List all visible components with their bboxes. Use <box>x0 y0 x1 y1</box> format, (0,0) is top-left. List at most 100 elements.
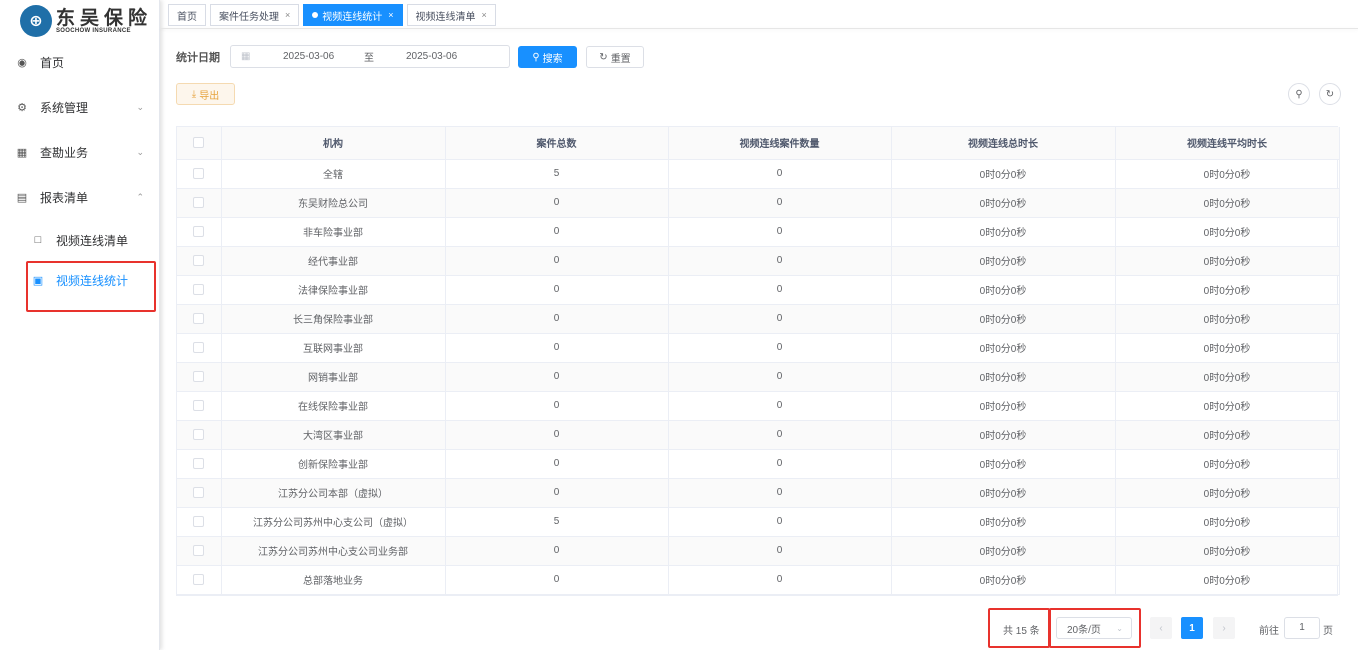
table-row[interactable]: 全辖 5 0 0时0分0秒 0时0分0秒 <box>177 159 1340 189</box>
column-header[interactable]: 机构 <box>221 127 446 160</box>
table-cell: 0时0分0秒 <box>891 304 1116 334</box>
page-number-button[interactable]: 1 <box>1181 617 1203 639</box>
row-select-cell[interactable] <box>177 449 222 479</box>
table-cell: 5 <box>445 159 669 189</box>
table-row[interactable]: 法律保险事业部 0 0 0时0分0秒 0时0分0秒 <box>177 275 1340 305</box>
row-select-cell[interactable] <box>177 565 222 595</box>
chart-icon: □ <box>34 234 42 246</box>
checkbox[interactable] <box>193 225 205 237</box>
table-cell: 网销事业部 <box>221 362 446 392</box>
sidebar-item-home[interactable]: ◉ 首页 <box>0 46 160 78</box>
table-row[interactable]: 经代事业部 0 0 0时0分0秒 0时0分0秒 <box>177 246 1340 276</box>
row-select-cell[interactable] <box>177 333 222 363</box>
table-cell: 0时0分0秒 <box>1115 565 1340 595</box>
table-row[interactable]: 在线保险事业部 0 0 0时0分0秒 0时0分0秒 <box>177 391 1340 421</box>
checkbox[interactable] <box>193 312 205 324</box>
checkbox[interactable] <box>193 196 205 208</box>
row-select-cell[interactable] <box>177 304 222 334</box>
close-icon[interactable]: × <box>388 10 393 20</box>
sidebar-item-system[interactable]: ⚙ 系统管理 ⌄ <box>0 91 160 123</box>
table-cell: 创新保险事业部 <box>221 449 446 479</box>
row-select-cell[interactable] <box>177 362 222 392</box>
close-icon[interactable]: × <box>482 10 487 20</box>
checkbox[interactable] <box>193 515 205 527</box>
chevron-left-icon: ‹ <box>1159 622 1163 634</box>
table-row[interactable]: 东吴财险总公司 0 0 0时0分0秒 0时0分0秒 <box>177 188 1340 218</box>
row-select-cell[interactable] <box>177 217 222 247</box>
row-select-cell[interactable] <box>177 420 222 450</box>
table-cell: 江苏分公司苏州中心支公司（虚拟） <box>221 507 446 537</box>
table-cell: 0时0分0秒 <box>1115 304 1340 334</box>
table-row[interactable]: 江苏分公司苏州中心支公司业务部 0 0 0时0分0秒 0时0分0秒 <box>177 536 1340 566</box>
search-button[interactable]: ⚲ 搜索 <box>518 46 577 68</box>
table-cell: 0 <box>668 159 892 189</box>
row-select-cell[interactable] <box>177 478 222 508</box>
reset-button[interactable]: ↻ 重置 <box>586 46 644 68</box>
checkbox[interactable] <box>193 428 205 440</box>
row-select-cell[interactable] <box>177 536 222 566</box>
checkbox[interactable] <box>193 457 205 469</box>
table-cell: 0 <box>668 333 892 363</box>
table-cell: 0时0分0秒 <box>891 362 1116 392</box>
row-select-cell[interactable] <box>177 246 222 276</box>
checkbox[interactable] <box>193 137 205 149</box>
table-row[interactable]: 长三角保险事业部 0 0 0时0分0秒 0时0分0秒 <box>177 304 1340 334</box>
table-row[interactable]: 网销事业部 0 0 0时0分0秒 0时0分0秒 <box>177 362 1340 392</box>
sidebar-item-video-list[interactable]: □ 视频连线清单 <box>0 224 160 256</box>
next-page-button[interactable]: › <box>1213 617 1235 639</box>
row-select-cell[interactable] <box>177 507 222 537</box>
tab-home[interactable]: 首页 <box>168 4 206 26</box>
checkbox[interactable] <box>193 167 205 179</box>
prev-page-button[interactable]: ‹ <box>1150 617 1172 639</box>
table-row[interactable]: 大湾区事业部 0 0 0时0分0秒 0时0分0秒 <box>177 420 1340 450</box>
table-cell: 0时0分0秒 <box>1115 420 1340 450</box>
chevron-down-icon: ⌄ <box>136 146 144 157</box>
chevron-down-icon: ⌄ <box>136 101 144 112</box>
checkbox[interactable] <box>193 283 205 295</box>
export-button[interactable]: ⤓ 导出 <box>176 83 235 105</box>
table-row[interactable]: 总部落地业务 0 0 0时0分0秒 0时0分0秒 <box>177 565 1340 595</box>
row-select-cell[interactable] <box>177 159 222 189</box>
checkbox[interactable] <box>193 399 205 411</box>
logo-name: 东吴保险 <box>56 7 153 29</box>
end-date[interactable]: 2025-03-06 <box>406 51 457 62</box>
table-cell: 0 <box>445 565 669 595</box>
column-header[interactable]: 视频连线平均时长 <box>1115 127 1340 160</box>
checkbox[interactable] <box>193 573 205 585</box>
tab-video-stats[interactable]: 视频连线统计 × <box>303 4 403 26</box>
checkbox[interactable] <box>193 370 205 382</box>
table-row[interactable]: 江苏分公司苏州中心支公司（虚拟） 5 0 0时0分0秒 0时0分0秒 <box>177 507 1340 537</box>
row-select-cell[interactable] <box>177 275 222 305</box>
column-header[interactable]: 视频连线总时长 <box>891 127 1116 160</box>
checkbox[interactable] <box>193 544 205 556</box>
table-cell: 0时0分0秒 <box>1115 391 1340 421</box>
sidebar-item-survey[interactable]: ▦ 查勘业务 ⌄ <box>0 136 160 168</box>
refresh-button[interactable]: ↻ <box>1319 83 1341 105</box>
table-row[interactable]: 江苏分公司本部（虚拟） 0 0 0时0分0秒 0时0分0秒 <box>177 478 1340 508</box>
column-header[interactable]: 视频连线案件数量 <box>668 127 892 160</box>
start-date[interactable]: 2025-03-06 <box>283 51 334 62</box>
table-row[interactable]: 非车险事业部 0 0 0时0分0秒 0时0分0秒 <box>177 217 1340 247</box>
table-cell: 0时0分0秒 <box>1115 275 1340 305</box>
tab-video-list[interactable]: 视频连线清单 × <box>406 4 496 26</box>
table-row[interactable]: 互联网事业部 0 0 0时0分0秒 0时0分0秒 <box>177 333 1340 363</box>
goto-page-input[interactable]: 1 <box>1284 617 1320 639</box>
row-select-cell[interactable] <box>177 391 222 421</box>
column-header[interactable]: 案件总数 <box>445 127 669 160</box>
select-all-cell[interactable] <box>177 127 222 160</box>
table-cell: 0 <box>668 449 892 479</box>
close-icon[interactable]: × <box>285 10 290 20</box>
tabs-bar: 首页 案件任务处理 × 视频连线统计 × 视频连线清单 × <box>168 4 496 28</box>
table-cell: 0 <box>445 449 669 479</box>
table-cell: 0 <box>445 362 669 392</box>
tab-case-tasks[interactable]: 案件任务处理 × <box>210 4 300 26</box>
row-select-cell[interactable] <box>177 188 222 218</box>
checkbox[interactable] <box>193 254 205 266</box>
checkbox[interactable] <box>193 341 205 353</box>
toggle-search-button[interactable]: ⚲ <box>1288 83 1310 105</box>
table-cell: 0时0分0秒 <box>1115 362 1340 392</box>
date-range-picker[interactable]: ▦ 2025-03-06 至 2025-03-06 <box>230 45 510 68</box>
sidebar-item-reports[interactable]: ▤ 报表清单 ⌃ <box>0 181 160 213</box>
table-row[interactable]: 创新保险事业部 0 0 0时0分0秒 0时0分0秒 <box>177 449 1340 479</box>
checkbox[interactable] <box>193 486 205 498</box>
